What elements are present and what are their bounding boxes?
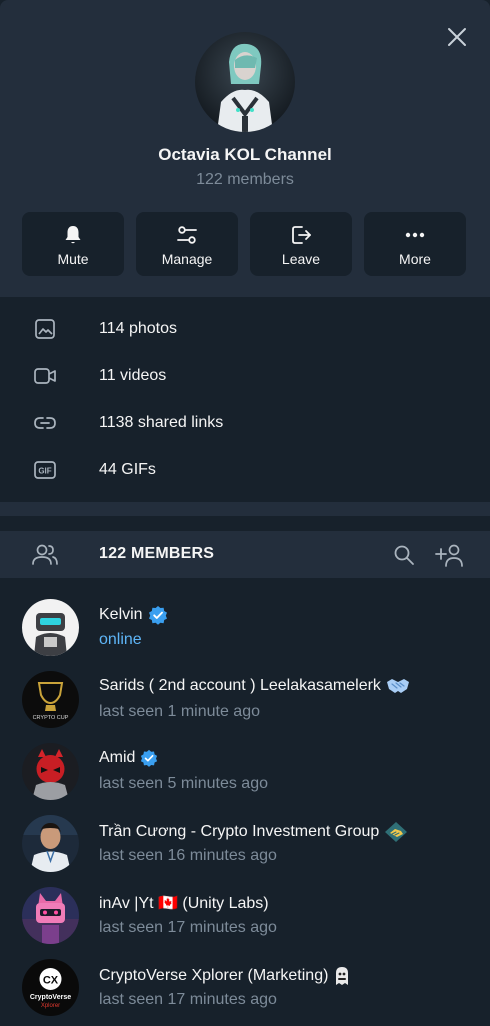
action-bar: Mute Manage Leave More — [22, 212, 468, 276]
verified-icon — [141, 749, 158, 767]
links-count: 1138 shared links — [99, 414, 224, 431]
member-status: last seen 5 minutes ago — [99, 775, 268, 792]
member-row[interactable]: Amid last seen 5 minutes ago — [0, 743, 490, 815]
member-name: Trần Cương - Crypto Investment Group — [99, 823, 380, 840]
member-name: Sarids ( 2nd account ) Leelakasamelerk — [99, 677, 381, 694]
photos-count: 114 photos — [99, 320, 177, 337]
crypto-cup-logo-text: CRYPTO CUP — [33, 715, 69, 721]
sliders-icon — [177, 226, 197, 244]
member-row[interactable]: CRYPTO CUP Sarids ( 2nd account ) Leelak… — [0, 671, 490, 743]
cryptoverse-logo-line1: CryptoVerse — [30, 994, 71, 1001]
videos-count: 11 videos — [99, 367, 167, 384]
photo-icon — [35, 319, 55, 339]
members-title: 122 MEMBERS — [99, 545, 215, 562]
member-row[interactable]: Kelvin online — [0, 599, 490, 671]
media-row-videos[interactable]: 11 videos — [0, 354, 490, 398]
verified-icon — [148, 606, 167, 625]
member-status: online — [99, 631, 142, 648]
member-count: 122 members — [196, 171, 294, 188]
media-row-gifs[interactable]: GIF 44 GIFs — [0, 448, 490, 492]
avatar: CX CryptoVerse Xplorer — [22, 959, 79, 1016]
members-icon — [32, 544, 58, 565]
gif-icon: GIF — [34, 461, 56, 479]
leave-button[interactable]: Leave — [250, 212, 352, 276]
video-icon — [34, 368, 56, 384]
section-divider — [0, 502, 490, 516]
exit-icon — [292, 226, 311, 244]
link-icon — [34, 417, 56, 429]
svg-text:GIF: GIF — [38, 467, 51, 476]
avatar — [22, 743, 79, 800]
member-name: Amid — [99, 749, 136, 766]
handshake-icon — [386, 679, 409, 693]
add-member-icon[interactable] — [434, 542, 464, 568]
member-status: last seen 1 minute ago — [99, 703, 260, 720]
mute-label: Mute — [57, 251, 89, 267]
manage-button[interactable]: Manage — [136, 212, 238, 276]
channel-header: Octavia KOL Channel 122 members Mute Man… — [0, 0, 490, 297]
avatar — [22, 887, 79, 944]
channel-avatar[interactable] — [195, 32, 295, 132]
bell-icon — [65, 226, 81, 244]
member-name: Kelvin — [99, 606, 143, 623]
member-row[interactable]: CX CryptoVerse Xplorer CryptoVerse Xplor… — [0, 959, 490, 1026]
avatar — [22, 599, 79, 656]
media-row-photos[interactable]: 114 photos — [0, 307, 490, 351]
mute-button[interactable]: Mute — [22, 212, 124, 276]
avatar: CRYPTO CUP — [22, 671, 79, 728]
search-icon[interactable] — [392, 543, 416, 567]
money-handshake-icon — [385, 822, 408, 842]
cryptoverse-logo-mark: CX — [43, 975, 59, 987]
member-status: last seen 17 minutes ago — [99, 991, 277, 1008]
cryptoverse-logo-line2: Xplorer — [41, 1003, 60, 1009]
media-row-links[interactable]: 1138 shared links — [0, 401, 490, 445]
manage-label: Manage — [161, 251, 213, 267]
more-button[interactable]: More — [364, 212, 466, 276]
avatar — [22, 815, 79, 872]
ghost-icon — [336, 967, 349, 985]
member-name: inAv |Yt 🇨🇦 (Unity Labs) — [99, 895, 269, 912]
leave-label: Leave — [281, 251, 321, 267]
member-status: last seen 17 minutes ago — [99, 919, 277, 936]
member-name: CryptoVerse Xplorer (Marketing) — [99, 967, 329, 984]
members-header: 122 MEMBERS — [0, 531, 490, 578]
member-status: last seen 16 minutes ago — [99, 847, 277, 864]
member-row[interactable]: Trần Cương - Crypto Investment Group las… — [0, 815, 490, 887]
dots-icon — [405, 232, 425, 238]
gifs-count: 44 GIFs — [99, 461, 156, 478]
member-row[interactable]: inAv |Yt 🇨🇦 (Unity Labs) last seen 17 mi… — [0, 887, 490, 959]
channel-title: Octavia KOL Channel — [158, 145, 332, 164]
close-icon[interactable] — [446, 26, 468, 48]
shared-media-list: 114 photos 11 videos 1138 shared links G… — [0, 297, 490, 502]
more-label: More — [399, 251, 431, 267]
